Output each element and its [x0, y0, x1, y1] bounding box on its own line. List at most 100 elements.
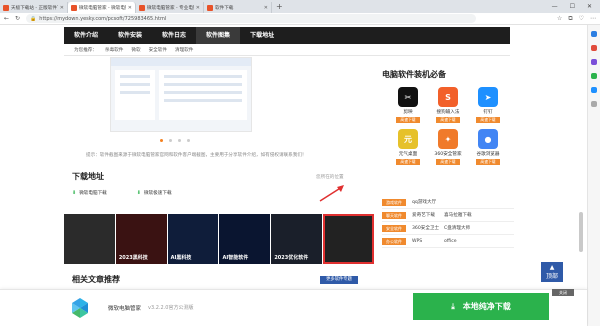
category-table: 游戏软件 qq游戏大厅 聊天软件 爱奇艺下载 喜马拉雅下载 安全软件 360安全… — [382, 196, 514, 248]
local-download-label: 本地纯净下载 — [462, 302, 511, 311]
category-tag[interactable]: 办公软件 — [382, 237, 406, 245]
app-card: ✂ 剪映 高速下载 — [388, 87, 428, 123]
tools-icon[interactable] — [591, 45, 597, 51]
close-icon[interactable]: ✕ — [60, 5, 64, 11]
software-name: 微软电脑管家 — [108, 306, 142, 312]
app-name: 搜狗输入法 — [436, 110, 460, 115]
minimize-icon[interactable]: — — [552, 3, 558, 10]
nav-item-download[interactable]: 下载地址 — [240, 27, 284, 44]
download-link[interactable]: ⬇ 微软极速下载 — [137, 190, 172, 196]
refresh-icon[interactable]: ↻ — [15, 15, 20, 22]
category-tag[interactable]: 安全软件 — [382, 224, 406, 232]
category-tag[interactable]: 聊天软件 — [382, 211, 406, 219]
related-title: 相关文章推荐 — [72, 275, 120, 284]
download-link[interactable]: ⬇ 微软电脑下载 — [72, 190, 107, 196]
fast-download-button[interactable]: 高速下载 — [436, 159, 460, 165]
carousel-dot[interactable] — [178, 139, 181, 142]
fast-download-button[interactable]: 高速下载 — [396, 159, 420, 165]
screenshot-header — [111, 58, 251, 66]
back-to-top-button[interactable]: ▲ 顶部 — [541, 262, 563, 282]
fast-download-button[interactable]: 高速下载 — [476, 159, 500, 165]
recommend-label: 为您推荐： — [74, 47, 97, 53]
app-name: 钉钉 — [483, 110, 493, 115]
browser-tab[interactable]: 天极下载站 - 正版软件下载平台 ✕ — [0, 2, 68, 13]
software-version: v3.2.2.0官方公测版 — [148, 305, 194, 311]
close-icon[interactable]: ✕ — [128, 5, 132, 11]
thumbnail-highlighted[interactable] — [323, 214, 374, 264]
recommend-link[interactable]: 清理软件 — [175, 47, 193, 53]
more-topics-button[interactable]: 更多软件专题 — [320, 276, 358, 284]
close-icon[interactable]: ✕ — [264, 5, 268, 11]
thumbnail[interactable]: AI黑科技 — [167, 214, 219, 264]
extensions-icon[interactable]: ⧉ — [568, 15, 572, 23]
maximize-icon[interactable]: ☐ — [570, 3, 575, 10]
thumbnail[interactable]: 2023优化软件 — [271, 214, 323, 264]
dingtalk-icon[interactable]: ➤ — [478, 87, 498, 107]
360-manager-icon[interactable]: ✦ — [438, 129, 458, 149]
browser-tab-active[interactable]: 微软电脑管家 - 微软电脑管家下载 ✕ — [68, 2, 136, 13]
url-field[interactable]: 🔒 https://mydown.yesky.com/pcsoft/725983… — [26, 14, 477, 23]
add-icon[interactable] — [591, 101, 597, 107]
thumbnail[interactable]: 2023黑科技 — [115, 214, 167, 264]
back-icon[interactable]: ← — [4, 15, 9, 22]
app-card: S 搜狗输入法 高速下载 — [428, 87, 468, 123]
nav-item-intro[interactable]: 软件介绍 — [64, 27, 108, 44]
category-link[interactable]: WPS — [412, 239, 444, 244]
thumbnail-caption: 2023黑科技 — [118, 255, 148, 261]
category-link[interactable]: C盘清理大师 — [444, 225, 470, 231]
sogou-icon[interactable]: S — [438, 87, 458, 107]
scrollbar-thumb[interactable] — [579, 212, 583, 252]
nav-item-gallery[interactable]: 软件图集 — [196, 27, 241, 44]
office-icon[interactable] — [591, 73, 597, 79]
fast-download-button[interactable]: 高速下载 — [436, 117, 460, 123]
location-link[interactable]: 您所在的位置 — [316, 174, 344, 180]
up-arrow-icon: ▲ — [549, 264, 555, 271]
window-controls: — ☐ ✕ — [552, 3, 600, 10]
more-icon[interactable]: ⋯ — [590, 15, 596, 23]
app-name: 剪映 — [403, 110, 413, 115]
new-tab-icon[interactable]: + — [272, 2, 287, 11]
chrome-icon[interactable]: ● — [478, 129, 498, 149]
recommend-link[interactable]: 微软 — [131, 47, 140, 53]
screenshot-panel — [159, 70, 247, 120]
browser-tab[interactable]: 微软电脑管家 - 专业电脑管家下载 ✕ — [136, 2, 204, 13]
carousel-dot[interactable] — [169, 139, 172, 142]
thumbnail-strip: 2023黑科技 AI黑科技 AI智能软件 2023优化软件 — [64, 214, 374, 264]
games-icon[interactable] — [591, 59, 597, 65]
download-link-label: 微软电脑下载 — [79, 191, 107, 196]
category-link[interactable]: office — [444, 239, 457, 244]
nav-item-log[interactable]: 软件日志 — [152, 27, 196, 44]
recommend-link[interactable]: 安全软件 — [149, 47, 167, 53]
app-card: ✦ 360安全管家 高速下载 — [428, 129, 468, 165]
fast-download-button[interactable]: 高速下载 — [476, 117, 500, 123]
thumbnail[interactable]: AI智能软件 — [219, 214, 271, 264]
yuanqi-icon[interactable]: 元 — [398, 129, 418, 149]
category-link[interactable]: 喜马拉雅下载 — [444, 212, 472, 218]
close-window-icon[interactable]: ✕ — [587, 3, 592, 10]
category-link[interactable]: 爱奇艺下载 — [412, 212, 444, 218]
nav-item-install[interactable]: 软件安装 — [108, 27, 152, 44]
site-nav: 软件介绍 软件安装 软件日志 软件图集 下载地址 — [64, 27, 510, 44]
thumbnail[interactable] — [64, 214, 115, 264]
category-link[interactable]: 360安全卫士 — [412, 225, 444, 231]
carousel-dot[interactable] — [187, 139, 190, 142]
software-screenshot[interactable] — [110, 57, 252, 132]
close-bar-button[interactable]: 关闭 — [552, 289, 574, 296]
screenshot-panel — [115, 70, 155, 120]
category-row: 办公软件 WPS office — [382, 235, 514, 248]
local-download-button[interactable]: ⤓ 本地纯净下载 — [413, 293, 549, 320]
close-icon[interactable]: ✕ — [196, 5, 200, 11]
search-icon[interactable] — [591, 31, 597, 37]
star-icon[interactable]: ☆ — [557, 15, 562, 23]
carousel-dot[interactable] — [160, 139, 163, 142]
browser-tab[interactable]: 软件下载 ✕ — [204, 2, 272, 13]
download-icon: ⬇ — [72, 190, 77, 196]
fast-download-button[interactable]: 高速下载 — [396, 117, 420, 123]
capcut-icon[interactable]: ✂ — [398, 87, 418, 107]
outlook-icon[interactable] — [591, 87, 597, 93]
category-tag[interactable]: 游戏软件 — [382, 198, 406, 206]
favorites-icon[interactable]: ♡ — [579, 15, 584, 23]
recommend-link[interactable]: 杀毒软件 — [105, 47, 123, 53]
app-card: ➤ 钉钉 高速下载 — [468, 87, 508, 123]
category-link[interactable]: qq游戏大厅 — [412, 199, 444, 205]
